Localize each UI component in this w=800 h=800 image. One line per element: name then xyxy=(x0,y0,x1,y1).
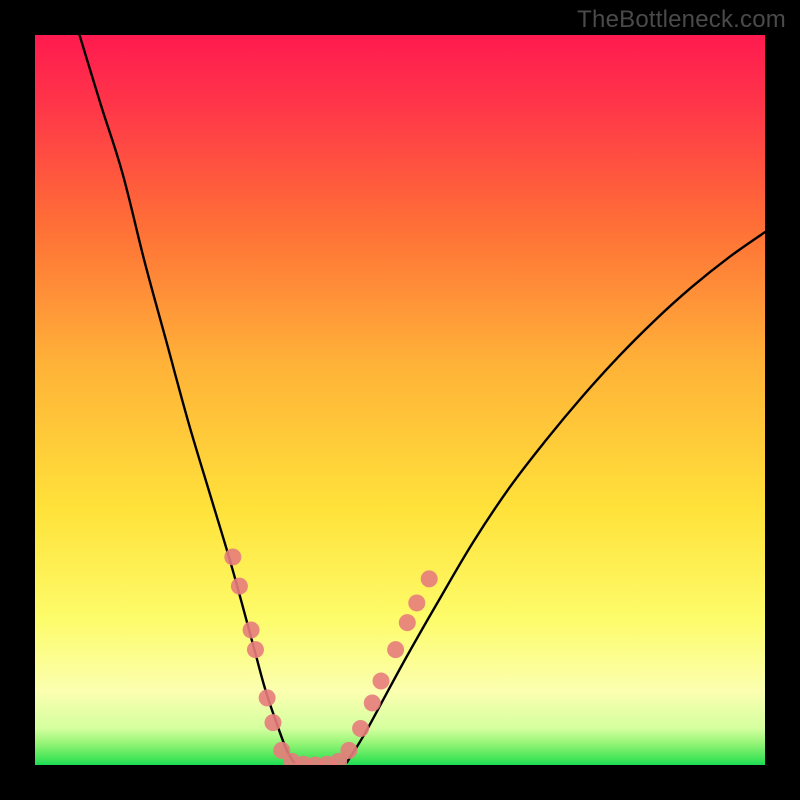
data-point xyxy=(387,641,404,658)
data-point xyxy=(408,594,425,611)
data-point xyxy=(224,548,241,565)
data-point xyxy=(373,673,390,690)
data-point xyxy=(364,694,381,711)
data-point xyxy=(259,689,276,706)
data-point xyxy=(247,641,264,658)
data-point xyxy=(399,614,416,631)
data-point xyxy=(421,570,438,587)
plot-svg xyxy=(35,35,765,765)
chart-frame: TheBottleneck.com xyxy=(0,0,800,800)
data-point xyxy=(352,720,369,737)
data-point xyxy=(231,578,248,595)
data-point xyxy=(243,621,260,638)
plot-area xyxy=(35,35,765,765)
data-point xyxy=(264,714,281,731)
watermark-text: TheBottleneck.com xyxy=(577,6,786,34)
